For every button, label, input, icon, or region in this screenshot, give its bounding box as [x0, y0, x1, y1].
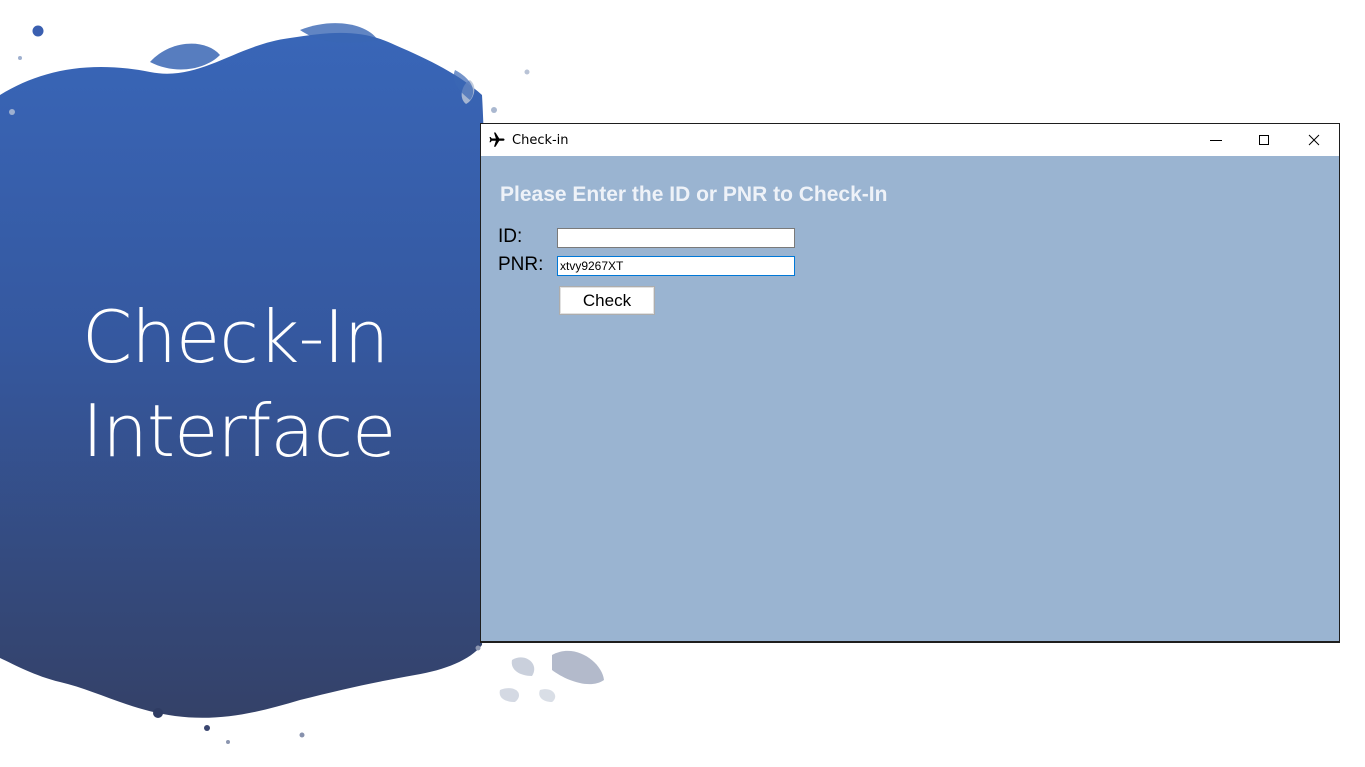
- window-title: Check-in: [512, 133, 569, 148]
- window-titlebar[interactable]: Check-in: [481, 124, 1339, 156]
- id-input[interactable]: [557, 228, 795, 248]
- window-client-area: Please Enter the ID or PNR to Check-In I…: [481, 156, 1339, 641]
- minimize-button[interactable]: [1193, 124, 1239, 156]
- airplane-icon: [488, 131, 506, 149]
- check-in-window: Check-in Please Enter the ID or PNR to C…: [480, 123, 1340, 643]
- check-button[interactable]: Check: [559, 286, 655, 315]
- id-label: ID:: [498, 226, 523, 247]
- check-in-heading: Please Enter the ID or PNR to Check-In: [500, 183, 888, 206]
- pnr-input[interactable]: [557, 256, 795, 276]
- maximize-button[interactable]: [1241, 124, 1287, 156]
- slide-title-line-2: Interface: [82, 389, 396, 473]
- pnr-label: PNR:: [498, 254, 544, 275]
- close-button[interactable]: [1291, 124, 1337, 156]
- slide-title: Check-In Interface: [82, 290, 396, 478]
- minimize-icon: [1210, 140, 1222, 141]
- slide-title-line-1: Check-In: [82, 295, 389, 379]
- maximize-icon: [1259, 135, 1269, 145]
- close-icon: [1308, 134, 1320, 146]
